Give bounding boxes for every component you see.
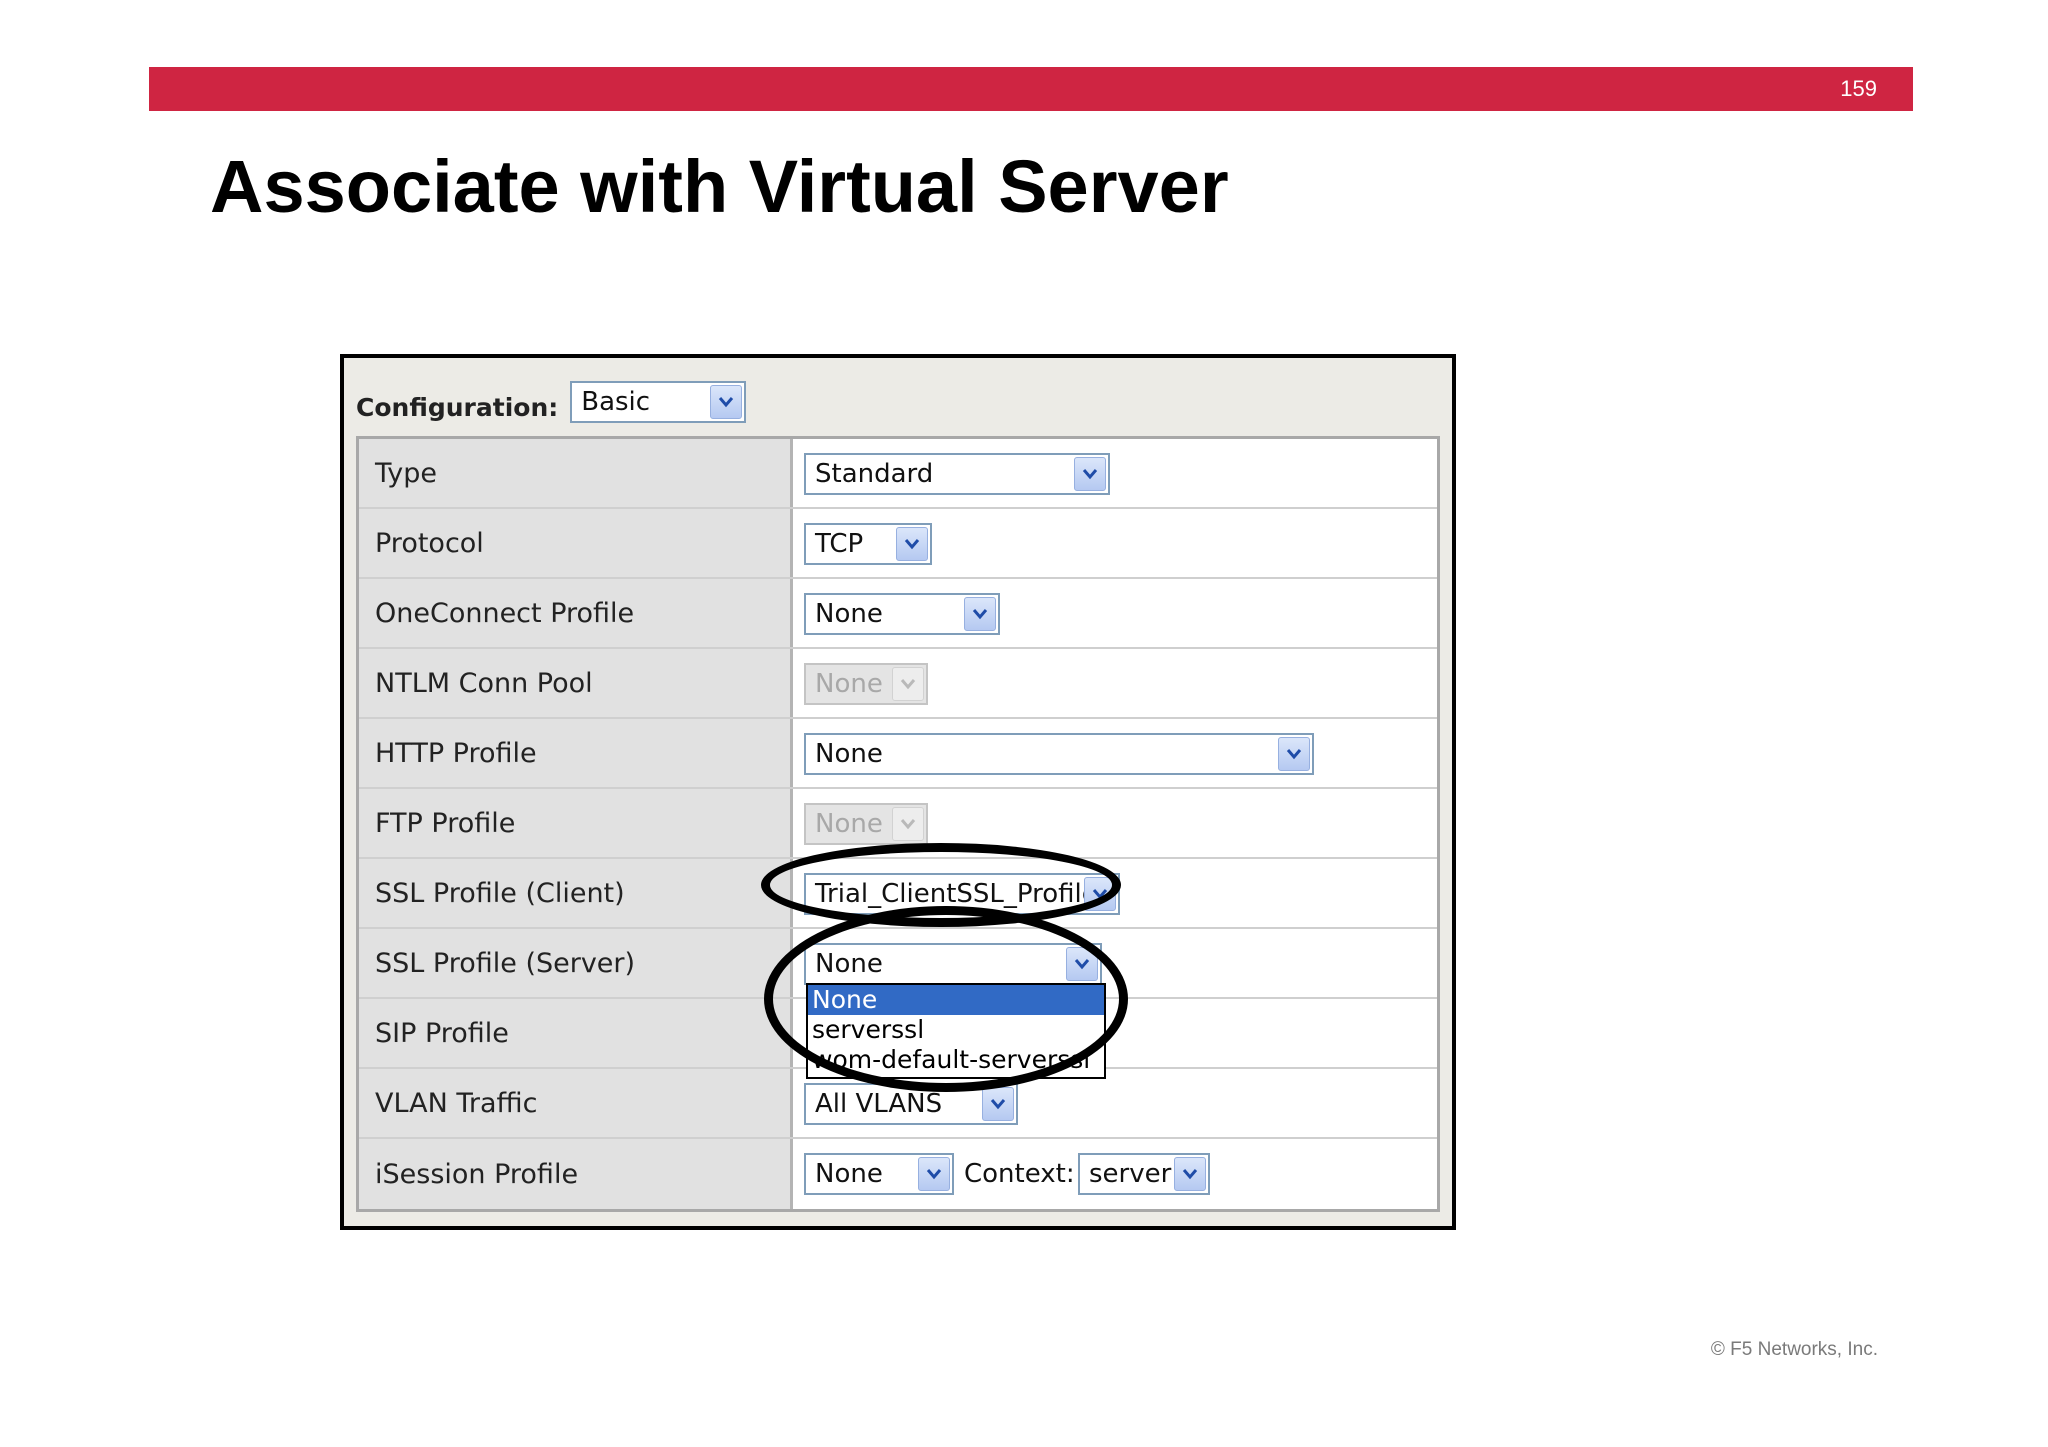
row-vlan-traffic: VLAN Traffic All VLANS (359, 1069, 1437, 1139)
row-label: SSL Profile (Client) (359, 859, 793, 927)
row-ftp-profile: FTP Profile None (359, 789, 1437, 859)
row-type: Type Standard (359, 439, 1437, 509)
row-ntlm-conn-pool: NTLM Conn Pool None (359, 649, 1437, 719)
row-value: Standard (793, 439, 1437, 507)
oneconnect-profile-select-value: None (815, 599, 883, 629)
row-label: SIP Profile (359, 999, 793, 1067)
row-label: iSession Profile (359, 1139, 793, 1209)
row-value: None (793, 719, 1437, 787)
row-label: VLAN Traffic (359, 1069, 793, 1137)
ntlm-conn-pool-select: None (804, 663, 928, 705)
header-bar: 159 (149, 67, 1913, 111)
row-label: FTP Profile (359, 789, 793, 857)
chevron-down-icon (896, 527, 928, 561)
ftp-profile-select-value: None (815, 809, 883, 839)
ftp-profile-select: None (804, 803, 928, 845)
virtual-server-config-screenshot: Configuration: Basic Type Standard Proto… (340, 354, 1456, 1230)
row-value: TCP (793, 509, 1437, 577)
chevron-down-icon (892, 807, 924, 841)
context-select-value: server (1089, 1159, 1172, 1189)
ssl-profile-server-select-value: None (815, 949, 883, 979)
isession-profile-select-value: None (815, 1159, 883, 1189)
http-profile-select[interactable]: None (804, 733, 1314, 775)
vlan-traffic-select-value: All VLANS (815, 1089, 943, 1119)
chevron-down-icon (918, 1157, 950, 1191)
row-label: OneConnect Profile (359, 579, 793, 647)
properties-table: Type Standard Protocol TCP OneConnect Pr… (356, 436, 1440, 1212)
row-value: None (793, 649, 1437, 717)
chevron-down-icon (892, 667, 924, 701)
chevron-down-icon (1066, 947, 1098, 981)
row-label: Type (359, 439, 793, 507)
row-label: SSL Profile (Server) (359, 929, 793, 997)
chevron-down-icon (710, 385, 743, 419)
slide-title: Associate with Virtual Server (210, 145, 1229, 228)
configuration-row: Configuration: Basic (356, 380, 747, 424)
row-label: Protocol (359, 509, 793, 577)
ssl-profile-server-select[interactable]: None (804, 943, 1102, 985)
row-value: None (793, 789, 1437, 857)
chevron-down-icon (964, 597, 996, 631)
isession-profile-select[interactable]: None (804, 1153, 954, 1195)
ssl-profile-client-select-value: Trial_ClientSSL_Profile (815, 879, 1084, 909)
chevron-down-icon (1174, 1157, 1206, 1191)
chevron-down-icon (982, 1087, 1014, 1121)
ssl-profile-client-select[interactable]: Trial_ClientSSL_Profile (804, 873, 1120, 915)
copyright-footer: © F5 Networks, Inc. (1710, 1339, 1878, 1360)
row-oneconnect-profile: OneConnect Profile None (359, 579, 1437, 649)
row-value: Trial_ClientSSL_Profile (793, 859, 1437, 927)
context-label: Context: (964, 1159, 1075, 1189)
type-select[interactable]: Standard (804, 453, 1110, 495)
row-http-profile: HTTP Profile None (359, 719, 1437, 789)
row-value: None (793, 579, 1437, 647)
configuration-select-value: Basic (581, 387, 651, 417)
row-value: All VLANS (793, 1069, 1437, 1137)
row-isession-profile: iSession Profile None Context: server (359, 1139, 1437, 1209)
ntlm-conn-pool-select-value: None (815, 669, 883, 699)
type-select-value: Standard (815, 459, 934, 489)
oneconnect-profile-select[interactable]: None (804, 593, 1000, 635)
configuration-label: Configuration: (356, 392, 559, 422)
row-label: NTLM Conn Pool (359, 649, 793, 717)
protocol-select[interactable]: TCP (804, 523, 932, 565)
row-protocol: Protocol TCP (359, 509, 1437, 579)
dropdown-option[interactable]: None (808, 985, 1104, 1015)
ssl-profile-server-dropdown-list: None serverssl wom-default-serverssl (806, 983, 1106, 1079)
dropdown-option[interactable]: wom-default-serverssl (808, 1045, 1104, 1075)
row-ssl-profile-client: SSL Profile (Client) Trial_ClientSSL_Pro… (359, 859, 1437, 929)
dropdown-option[interactable]: serverssl (808, 1015, 1104, 1045)
chevron-down-icon (1074, 457, 1106, 491)
row-label: HTTP Profile (359, 719, 793, 787)
vlan-traffic-select[interactable]: All VLANS (804, 1083, 1018, 1125)
protocol-select-value: TCP (815, 529, 864, 559)
chevron-down-icon (1278, 737, 1310, 771)
slide-number: 159 (1840, 76, 1877, 101)
row-value: None Context: server (793, 1139, 1437, 1209)
context-select[interactable]: server (1078, 1153, 1210, 1195)
configuration-select[interactable]: Basic (570, 381, 747, 423)
chevron-down-icon (1084, 877, 1116, 911)
http-profile-select-value: None (815, 739, 883, 769)
